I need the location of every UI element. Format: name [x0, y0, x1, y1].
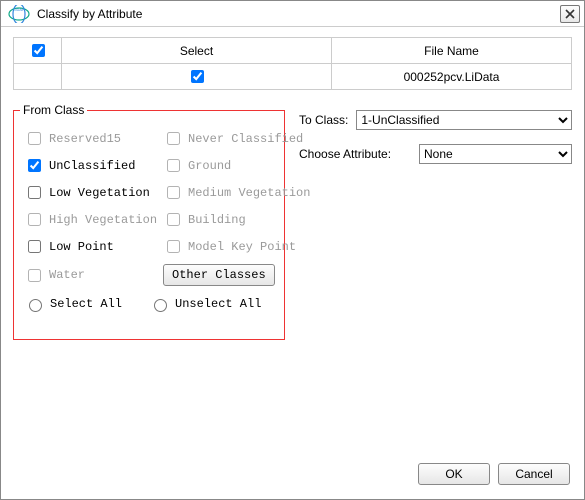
- from-class-legend: From Class: [20, 103, 87, 117]
- select-all-label: Select All: [50, 297, 122, 311]
- from-class-item-label: Building: [188, 213, 246, 227]
- close-icon: [565, 9, 575, 19]
- row-select-checkbox[interactable]: [191, 70, 204, 83]
- from-class-item: Building: [163, 210, 310, 229]
- row-filename: 000252pcv.LiData: [332, 64, 572, 90]
- from-class-item-label: Reserved15: [49, 132, 121, 146]
- other-classes-button[interactable]: Other Classes: [163, 264, 275, 286]
- from-class-item-label: Medium Vegetation: [188, 186, 310, 200]
- from-class-checkbox: [28, 213, 41, 226]
- from-class-item: Never Classified: [163, 129, 310, 148]
- dialog-footer: OK Cancel: [418, 463, 570, 485]
- dialog-content: Select File Name 000252pcv.LiData From C…: [1, 27, 584, 350]
- from-class-checkbox[interactable]: [28, 159, 41, 172]
- to-class-select[interactable]: 1-UnClassified: [356, 110, 572, 130]
- from-class-checkbox: [167, 240, 180, 253]
- from-class-item-label: Ground: [188, 159, 231, 173]
- from-class-item-label: Low Vegetation: [49, 186, 150, 200]
- header-select-all[interactable]: [14, 38, 62, 64]
- cancel-button-label: Cancel: [515, 467, 552, 481]
- to-class-label: To Class:: [299, 113, 348, 127]
- choose-attribute-label: Choose Attribute:: [299, 147, 411, 161]
- from-class-checkbox[interactable]: [28, 186, 41, 199]
- header-filename: File Name: [332, 38, 572, 64]
- from-class-item: Ground: [163, 156, 310, 175]
- unselect-all-radio[interactable]: Unselect All: [149, 296, 274, 312]
- from-class-item: Medium Vegetation: [163, 183, 310, 202]
- from-class-item-label: Water: [49, 268, 85, 282]
- row-select-cell[interactable]: [62, 64, 332, 90]
- from-class-item: Reserved15: [24, 129, 157, 148]
- app-logo-icon: LIDAR: [5, 5, 33, 23]
- from-class-checkbox: [167, 213, 180, 226]
- from-class-item-label: Never Classified: [188, 132, 303, 146]
- close-button[interactable]: [560, 5, 580, 23]
- dialog-title: Classify by Attribute: [37, 7, 560, 21]
- from-class-checkbox: [167, 186, 180, 199]
- ok-button[interactable]: OK: [418, 463, 490, 485]
- from-class-item-label: Model Key Point: [188, 240, 296, 254]
- from-class-checkbox: [167, 159, 180, 172]
- from-class-item: Model Key Point: [163, 237, 310, 256]
- from-class-item-label: Low Point: [49, 240, 114, 254]
- select-all-radio-input[interactable]: [29, 299, 42, 312]
- from-class-checkbox: [28, 269, 41, 282]
- from-class-item[interactable]: Low Point: [24, 237, 157, 256]
- from-class-item[interactable]: UnClassified: [24, 156, 157, 175]
- from-class-checkbox: [167, 132, 180, 145]
- other-classes-wrap: Other Classes: [163, 264, 310, 286]
- choose-attribute-select[interactable]: None: [419, 144, 572, 164]
- from-class-item: High Vegetation: [24, 210, 157, 229]
- from-class-checkbox[interactable]: [28, 240, 41, 253]
- select-all-radio[interactable]: Select All: [24, 296, 149, 312]
- cancel-button[interactable]: Cancel: [498, 463, 570, 485]
- select-all-checkbox[interactable]: [32, 44, 45, 57]
- dialog-window: LIDAR Classify by Attribute Select File …: [0, 0, 585, 500]
- from-class-item[interactable]: Low Vegetation: [24, 183, 157, 202]
- other-classes-label: Other Classes: [172, 268, 266, 282]
- from-class-options: Reserved15Never ClassifiedUnClassifiedGr…: [24, 129, 274, 286]
- from-class-item-label: High Vegetation: [49, 213, 157, 227]
- unselect-all-radio-input[interactable]: [154, 299, 167, 312]
- right-panel: To Class: 1-UnClassified Choose Attribut…: [299, 110, 572, 178]
- ok-button-label: OK: [445, 467, 462, 481]
- file-table: Select File Name 000252pcv.LiData: [13, 37, 572, 90]
- from-class-item: Water: [24, 264, 157, 286]
- from-class-group: From Class Reserved15Never ClassifiedUnC…: [13, 110, 285, 340]
- titlebar: LIDAR Classify by Attribute: [1, 1, 584, 27]
- from-class-checkbox: [28, 132, 41, 145]
- table-row[interactable]: 000252pcv.LiData: [14, 64, 572, 90]
- unselect-all-label: Unselect All: [175, 297, 261, 311]
- svg-text:LIDAR: LIDAR: [13, 7, 25, 12]
- header-select: Select: [62, 38, 332, 64]
- from-class-item-label: UnClassified: [49, 159, 135, 173]
